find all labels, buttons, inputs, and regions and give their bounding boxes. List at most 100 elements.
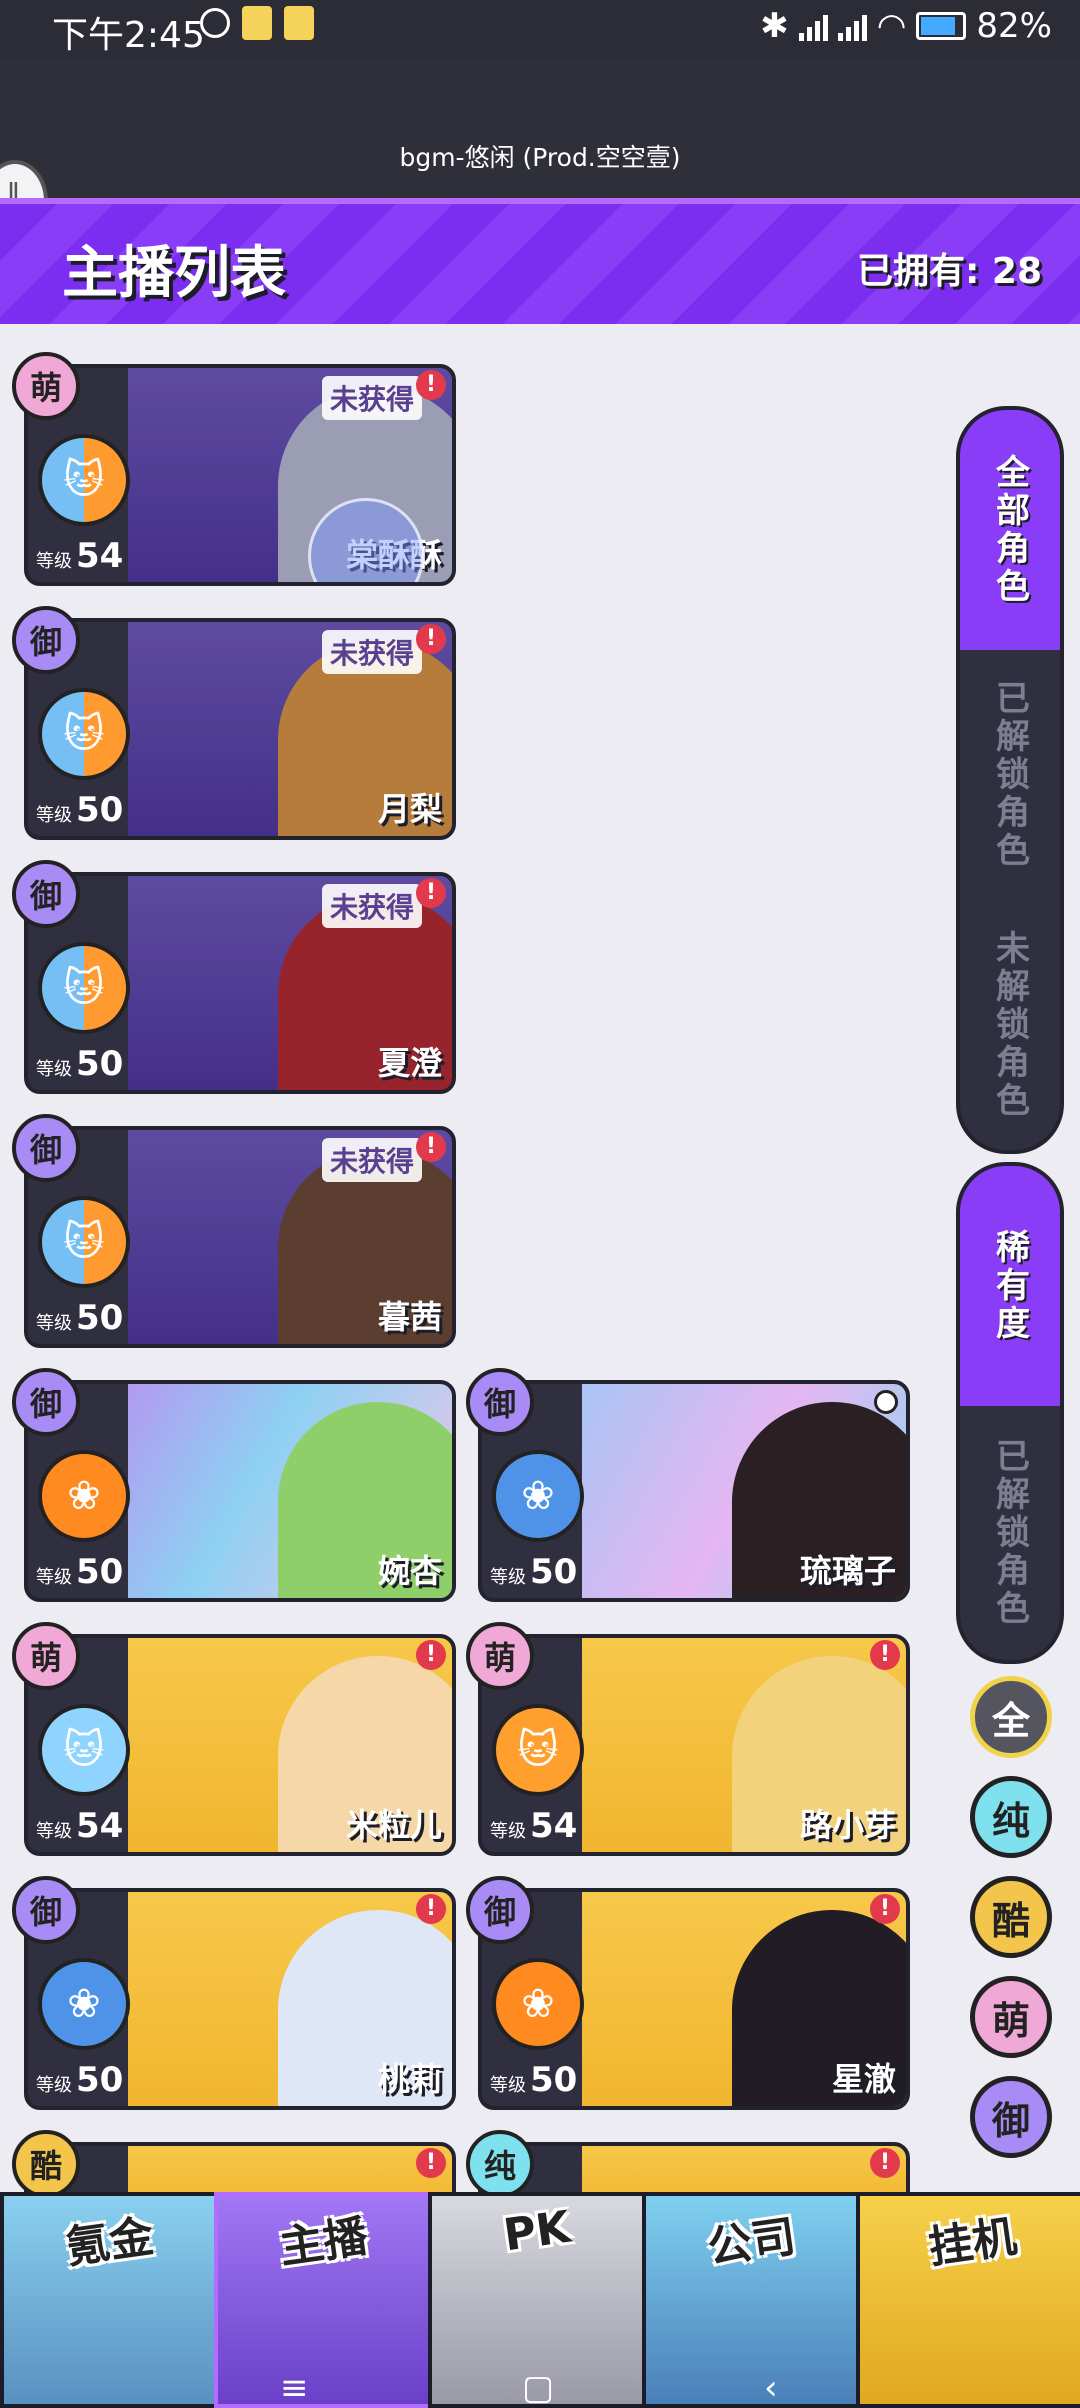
streamer-card[interactable]: ❀ 等级 50 桃莉 !: [24, 1888, 456, 2110]
type-button-meng[interactable]: 萌: [970, 1976, 1052, 2058]
unobtained-tag: 未获得: [321, 884, 422, 928]
alert-icon: !: [870, 1894, 900, 1924]
filter-unlocked-roles[interactable]: 已解锁角色: [960, 650, 1060, 900]
type-button-yu[interactable]: 御: [970, 2076, 1052, 2158]
cat-attribute-icon: 🐱: [38, 688, 130, 780]
cat-attribute-icon: 🐱: [38, 1196, 130, 1288]
streamer-card[interactable]: 🐱 等级 50 暮茜 未获得 !: [24, 1126, 456, 1348]
alert-icon: !: [416, 624, 446, 654]
menu-nav-icon[interactable]: ≡: [280, 2368, 309, 2408]
level: 等级 54: [490, 1806, 578, 1846]
cat-attribute-icon: 🐱: [492, 1704, 584, 1796]
filter-rarity[interactable]: 稀有度: [960, 1166, 1060, 1406]
signal-icon: [798, 11, 828, 41]
music-title: bgm-悠闲 (Prod.空空壹): [399, 143, 681, 172]
type-button-ku[interactable]: 酷: [970, 1876, 1052, 1958]
filter-all-roles[interactable]: 全部角色: [960, 410, 1060, 650]
streamer-name: 琉璃子: [799, 1552, 896, 1590]
level: 等级 54: [36, 1806, 124, 1846]
back-nav-icon[interactable]: ‹: [764, 2368, 778, 2408]
streamer-card-partial[interactable]: !: [478, 2142, 910, 2192]
rose-attribute-icon: ❀: [492, 1958, 584, 2050]
streamer-card[interactable]: 🐱 等级 50 月梨 未获得 !: [24, 618, 456, 840]
level: 等级 50: [36, 2060, 124, 2100]
streamer-name: 月梨: [377, 790, 442, 828]
wifi-icon: ◠: [876, 6, 907, 46]
streamer-card[interactable]: 🐱 等级 54 路小芽 !: [478, 1634, 910, 1856]
role-filter: 全部角色 已解锁角色 未解锁角色: [956, 406, 1064, 1154]
nav-idle[interactable]: 挂机: [856, 2192, 1080, 2408]
streamer-card[interactable]: 🐱 等级 54 米粒儿 !: [24, 1634, 456, 1856]
type-badge-ku: 酷: [12, 2130, 80, 2192]
battery-percent: 82%: [976, 6, 1052, 46]
app-notification-icon: [242, 6, 272, 40]
nav-streamer[interactable]: 主播: [214, 2192, 432, 2408]
level: 等级 54: [36, 536, 124, 576]
nav-recharge[interactable]: 氪金: [0, 2192, 218, 2408]
cat-attribute-icon: 🐱: [38, 1704, 130, 1796]
streamer-name: 星澈: [831, 2060, 896, 2098]
type-button-all[interactable]: 全: [970, 1676, 1052, 1758]
character-art: [582, 2146, 906, 2192]
streamer-card[interactable]: 🐱 等级 50 夏澄 未获得 !: [24, 872, 456, 1094]
status-bar: 下午2:45 ✱ ◠ 82%: [0, 0, 1080, 58]
type-badge-yu: 御: [12, 1368, 80, 1436]
type-badge-meng: 萌: [466, 1622, 534, 1690]
cat-attribute-icon: 🐱: [38, 434, 130, 526]
notification-icons: [200, 6, 314, 40]
streamer-card[interactable]: ❀ 等级 50 婉杏: [24, 1380, 456, 1602]
type-badge-yu: 御: [466, 1876, 534, 1944]
unobtained-tag: 未获得: [321, 630, 422, 674]
filter-locked-roles[interactable]: 未解锁角色: [960, 900, 1060, 1150]
streamer-card[interactable]: 🐱 等级 54 棠酥酥 未获得 !: [24, 364, 456, 586]
page-title: 主播列表: [62, 241, 286, 306]
rose-attribute-icon: ❀: [38, 1450, 130, 1542]
owned-count: 已拥有: 28: [856, 251, 1042, 292]
clock: 下午2:45: [52, 15, 205, 56]
alert-icon: !: [870, 2148, 900, 2178]
home-nav-icon[interactable]: ▢: [522, 2368, 554, 2408]
alarm-icon: [200, 8, 230, 38]
alert-icon: !: [870, 1640, 900, 1670]
level: 等级 50: [490, 2060, 578, 2100]
type-badge-yu: 御: [12, 1114, 80, 1182]
type-badge-yu: 御: [12, 860, 80, 928]
type-badge-yu: 御: [466, 1368, 534, 1436]
cat-attribute-icon: 🐱: [38, 942, 130, 1034]
type-badge-yu: 御: [12, 1876, 80, 1944]
signal-icon-2: [837, 11, 867, 41]
character-art: [128, 2146, 452, 2192]
level: 等级 50: [36, 790, 124, 830]
alert-icon: !: [416, 1640, 446, 1670]
type-badge-chun: 纯: [466, 2130, 534, 2192]
system-status: ✱ ◠ 82%: [760, 6, 1052, 46]
alert-icon: !: [416, 1894, 446, 1924]
streamer-name: 婉杏: [377, 1552, 442, 1590]
streamer-name: 暮茜: [377, 1298, 442, 1336]
shield-notification-icon: [284, 6, 314, 40]
nav-company[interactable]: 公司: [642, 2192, 860, 2408]
streamer-card[interactable]: ❀ 等级 50 琉璃子: [478, 1380, 910, 1602]
filter-unlocked-roles-2[interactable]: 已解锁角色: [960, 1406, 1060, 1660]
level: 等级 50: [36, 1298, 124, 1338]
alert-icon: !: [416, 878, 446, 908]
alert-icon: !: [416, 370, 446, 400]
alert-icon: !: [416, 2148, 446, 2178]
rose-attribute-icon: ❀: [38, 1958, 130, 2050]
type-badge-yu: 御: [12, 606, 80, 674]
streamer-name: 路小芽: [799, 1806, 896, 1844]
type-badge-meng: 萌: [12, 1622, 80, 1690]
unobtained-tag: 未获得: [321, 1138, 422, 1182]
level: 等级 50: [36, 1044, 124, 1084]
level: 等级 50: [490, 1552, 578, 1592]
rose-attribute-icon: ❀: [492, 1450, 584, 1542]
streamer-list[interactable]: 🐱 等级 54 棠酥酥 未获得 ! 萌 🐱 等级 50 月梨 未获得 ! 御 🐱 等…: [0, 324, 1080, 2192]
level: 等级 50: [36, 1552, 124, 1592]
page-header: 主播列表 已拥有: 28: [0, 198, 1080, 330]
ring-icon: [874, 1390, 898, 1414]
streamer-card-partial[interactable]: !: [24, 2142, 456, 2192]
type-button-chun[interactable]: 纯: [970, 1776, 1052, 1858]
streamer-card[interactable]: ❀ 等级 50 星澈 !: [478, 1888, 910, 2110]
streamer-name: 桃莉: [377, 2060, 442, 2098]
rarity-filter: 稀有度 已解锁角色: [956, 1162, 1064, 1664]
